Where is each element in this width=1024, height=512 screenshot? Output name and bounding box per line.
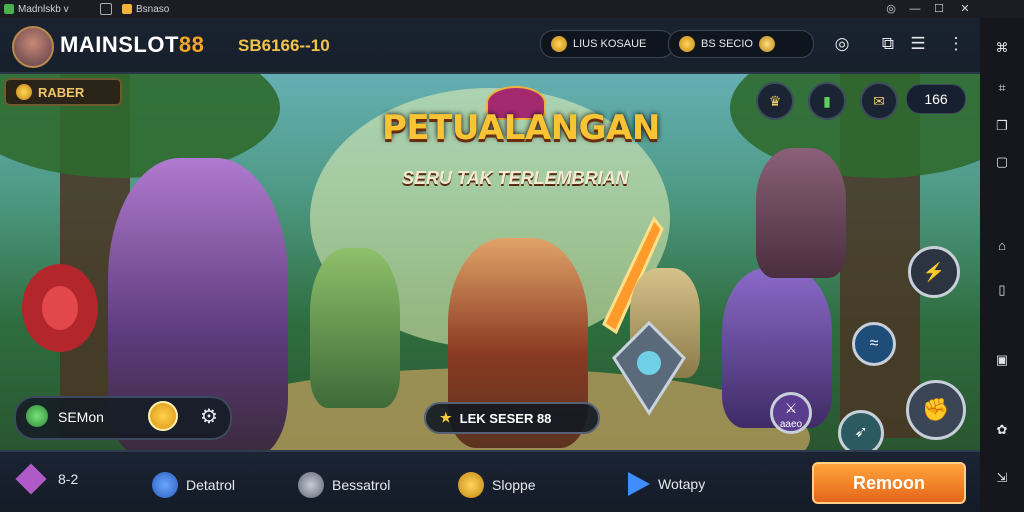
tab-third-icon — [122, 4, 132, 14]
skill-sword-label: aaeo — [779, 419, 803, 430]
brand-number-text: 88 — [178, 32, 205, 57]
currency-pill-1-label: LIUS KOSAUE — [573, 38, 647, 50]
cta-button[interactable]: Remoon — [812, 462, 966, 504]
currency-pill-2[interactable]: BS SECIO — [668, 30, 814, 58]
close-icon: ✕ — [960, 3, 970, 15]
nav-item-bessatrol[interactable]: Bessatrol — [298, 472, 390, 498]
tab-main-label: Madnlskb v — [18, 3, 69, 15]
add-gem-icon[interactable] — [758, 36, 775, 52]
helmet-icon — [298, 472, 324, 498]
tab-main[interactable]: Madnlskb v — [4, 2, 69, 16]
quest-pill-label: LEK SESER 88 — [459, 410, 552, 426]
tab-third[interactable]: Bsnaso — [122, 2, 169, 16]
tab-third-label: Bsnaso — [136, 3, 170, 15]
arrow-icon: ➶ — [854, 424, 868, 441]
skill-dash-button[interactable]: ⚡ — [908, 246, 960, 298]
quest-pill[interactable]: ★ LEK SESER 88 — [424, 402, 600, 434]
key-icon[interactable] — [148, 401, 178, 431]
coin-balance: SB6166--10 — [238, 36, 330, 55]
attack-icon: ✊ — [922, 397, 950, 422]
tab-second-icon — [100, 3, 112, 15]
attack-button[interactable]: ✊ — [906, 380, 966, 440]
sword-icon: ⚔ — [784, 400, 798, 416]
skill-sword-button[interactable]: ⚔ aaeo — [770, 392, 812, 434]
record-icon: ◎ — [886, 3, 896, 15]
rank-badge-label: RABER — [38, 84, 85, 100]
green-gem-icon — [26, 405, 48, 427]
nav-item-gems-label: 8-2 — [58, 471, 79, 487]
gear-icon[interactable]: ⚙ — [200, 404, 218, 429]
purple-gem-icon — [15, 463, 47, 495]
menu-dots-icon[interactable]: ⋮ — [944, 32, 968, 56]
minimize-icon: — — [909, 3, 921, 15]
file-icon[interactable]: ▯ — [992, 280, 1012, 300]
level-counter: 166 — [906, 84, 966, 114]
chat-bubble-icon[interactable]: ✉ — [860, 82, 898, 120]
window-icon[interactable]: ▢ — [992, 152, 1012, 172]
screenshot-icon[interactable]: ⧉ — [876, 32, 900, 56]
stat-pill-label: SEMon — [58, 409, 104, 425]
brand-main-text: MAINSLOT — [60, 32, 179, 57]
nav-item-sloppe[interactable]: Sloppe — [458, 472, 536, 498]
banner-subtitle: SERU TAK TERLEMBRIAN — [402, 168, 629, 188]
wind-icon: ≈ — [869, 335, 879, 352]
tab-second[interactable] — [100, 2, 112, 16]
battle-axe-icon — [612, 320, 686, 416]
nav-item-bessatrol-label: Bessatrol — [332, 477, 391, 493]
currency-pill-1[interactable]: LIUS KOSAUE — [540, 30, 674, 58]
minimize-button[interactable]: — — [906, 1, 924, 17]
nav-item-detatrol[interactable]: Detatrol — [152, 472, 235, 498]
settings-icon[interactable]: ✿ — [992, 420, 1012, 440]
play-icon — [628, 472, 650, 496]
close-button[interactable]: ✕ — [956, 1, 974, 17]
gold-coin-icon — [551, 36, 567, 52]
window-titlebar: Madnlskb v Bsnaso ◎ — ☐ ✕ — [0, 0, 1024, 18]
emulator-sidebar: ⌘ ⌗ ❐ ▢ ⌂ ▯ ▣ ✿ ⇲ — [980, 18, 1024, 512]
nav-item-wotapy-label: Wotapy — [658, 476, 706, 492]
banner-title: PETUALANGAN — [382, 108, 660, 148]
player-avatar[interactable] — [12, 26, 54, 68]
rank-coin-icon — [16, 84, 32, 100]
nav-item-sloppe-label: Sloppe — [492, 477, 536, 493]
dark-rogue-figure — [756, 148, 846, 278]
star-icon: ★ — [440, 410, 452, 425]
crown-reward-icon[interactable]: ♛ — [756, 82, 794, 120]
nav-item-wotapy[interactable]: Wotapy — [628, 472, 705, 496]
restore-button[interactable]: ☐ — [930, 1, 948, 17]
coin-shop-icon — [458, 472, 484, 498]
gamepad-icon[interactable]: ⌗ — [992, 78, 1012, 98]
brand-logo: MAINSLOT88 — [60, 32, 204, 58]
green-chest-icon[interactable]: ▮ — [808, 82, 846, 120]
keyboard-icon[interactable]: ⌘ — [992, 38, 1012, 58]
copy-icon[interactable]: ❐ — [992, 116, 1012, 136]
lightning-icon: ⚡ — [922, 262, 946, 282]
exit-icon[interactable]: ⇲ — [992, 468, 1012, 488]
bottom-nav: 8-2 Detatrol Bessatrol Sloppe Wotapy Rem… — [0, 450, 980, 512]
stat-pill: SEMon ⚙ — [14, 396, 232, 440]
target-icon[interactable]: ◎ — [830, 32, 854, 56]
media-icon[interactable]: ▣ — [992, 350, 1012, 370]
shield-icon — [152, 472, 178, 498]
nav-item-gems[interactable]: 8-2 — [15, 463, 79, 495]
gem-coin-icon — [679, 36, 695, 52]
restore-icon: ☐ — [934, 3, 944, 15]
orc-archer-figure — [310, 248, 400, 408]
skill-wind-button[interactable]: ≈ — [852, 322, 896, 366]
rank-badge-button[interactable]: RABER — [4, 78, 122, 106]
game-topbar: MAINSLOT88 SB6166--10 LIUS KOSAUE BS SEC… — [0, 18, 980, 74]
app-icon — [4, 4, 14, 14]
list-icon[interactable]: ☰ — [906, 32, 930, 56]
currency-pill-2-label: BS SECIO — [701, 38, 753, 50]
game-screen[interactable]: MAINSLOT88 SB6166--10 LIUS KOSAUE BS SEC… — [0, 18, 980, 512]
record-button[interactable]: ◎ — [882, 1, 900, 17]
nav-item-detatrol-label: Detatrol — [186, 477, 236, 493]
folder-icon[interactable]: ⌂ — [992, 236, 1012, 256]
